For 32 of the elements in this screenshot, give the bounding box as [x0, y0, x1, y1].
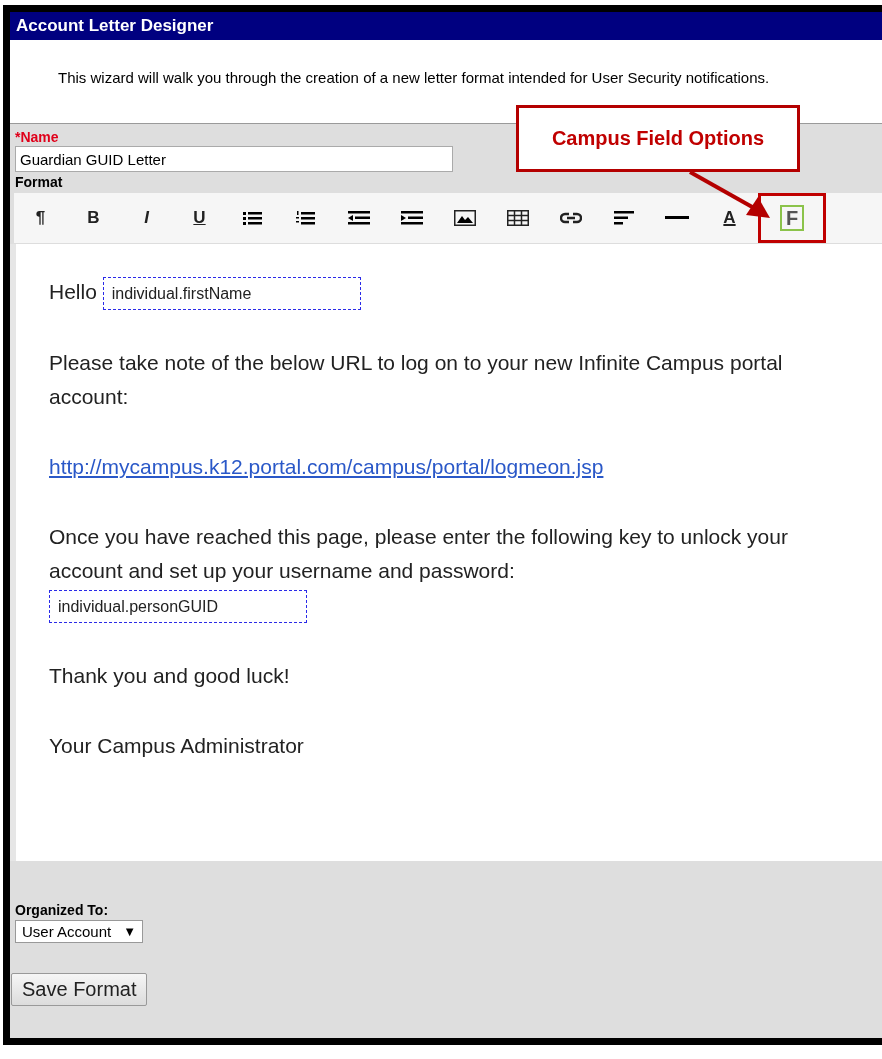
merge-field[interactable]: individual.personGUID	[49, 589, 307, 623]
callout-box: Campus Field Options	[516, 105, 800, 172]
intro-text: This wizard will walk you through the creation of a new letter format intended for User Security notifications.	[58, 69, 771, 87]
table-icon	[506, 210, 529, 226]
letter-editor[interactable]	[10, 244, 882, 861]
bullet-list-icon	[242, 211, 263, 225]
image-icon	[453, 210, 476, 226]
letter-text: Hello	[49, 280, 97, 303]
underline-button[interactable]: U	[173, 193, 226, 243]
outdent-icon	[347, 211, 370, 225]
name-field[interactable]: Guardian GUID Letter	[15, 146, 453, 172]
italic-button[interactable]: I	[120, 193, 173, 243]
text-color-button[interactable]: A	[703, 193, 756, 243]
portal-link[interactable]: http://mycampus.k12.portal.com/campus/portal/logmeon.jsp	[49, 454, 604, 478]
bold-button[interactable]: B	[67, 193, 120, 243]
organized-to-dropdown[interactable]: User Account ▼	[15, 920, 144, 943]
organized-to-label: Organized To:	[15, 902, 109, 918]
horizontal-rule-icon	[664, 216, 689, 220]
paragraph-button[interactable]: ¶	[14, 193, 67, 243]
indent-icon	[400, 211, 423, 225]
window-title: Account Letter Designer	[16, 16, 214, 35]
letter-text: Please take note of the below URL to log on to your new Infinite Campus portal account:	[49, 350, 783, 408]
save-format-button[interactable]: Save Format	[11, 973, 148, 1006]
link-icon	[559, 212, 582, 224]
name-label: *Name	[15, 129, 59, 145]
format-label: Format	[15, 174, 63, 190]
numbered-list-icon	[295, 211, 316, 225]
letter-text: Thank you and good luck!	[49, 663, 290, 687]
align-left-icon	[613, 211, 634, 225]
merge-field[interactable]: individual.firstName	[102, 276, 361, 310]
letter-text: Your Campus Administrator	[49, 733, 304, 757]
letter-text: Once you have reached this page, please enter the following key to unlock your account and set up your username and password:	[49, 524, 788, 582]
